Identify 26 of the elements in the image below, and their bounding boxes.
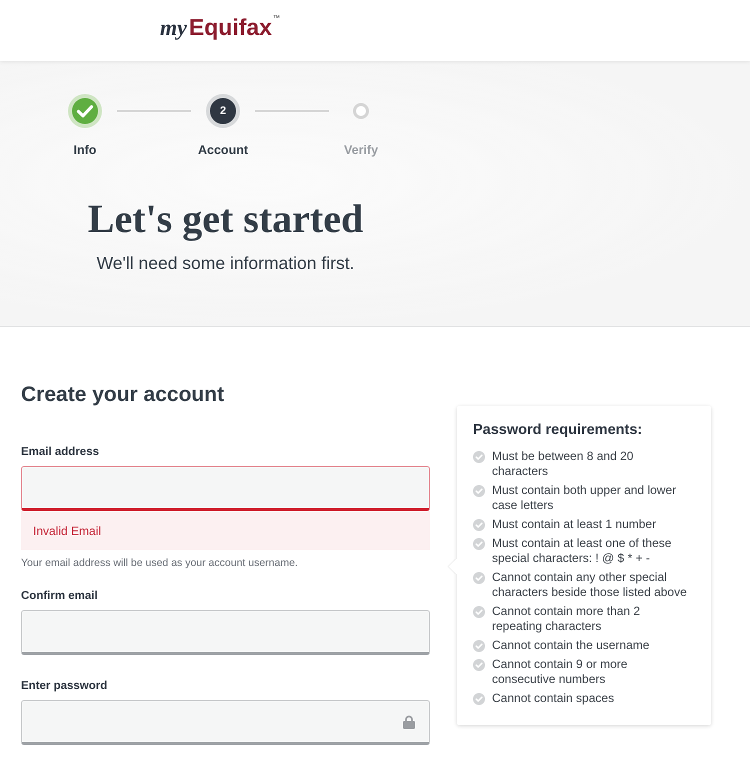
page-subtitle: We'll need some information first.	[96, 252, 354, 274]
field-label: Enter password	[21, 679, 108, 694]
requirement-text: Cannot contain more than 2 repeating characters	[492, 604, 642, 634]
card-title: Password requirements:	[473, 421, 644, 439]
requirement-text: Must contain both upper and lower case letters	[492, 483, 678, 513]
requirement-text: Cannot contain any other special characters beside those listed above	[492, 570, 688, 600]
help-text: Your email address will be used as your account username.	[21, 557, 299, 570]
step-label: Verify	[344, 142, 378, 159]
step-label: Info	[74, 142, 96, 159]
requirement-text: Cannot contain 9 or more consecutive numbers	[492, 657, 628, 687]
requirement-text: Cannot contain the username	[492, 638, 650, 653]
requirement-text: Must contain at least one of these special characters: ! @ $ * + -	[492, 536, 672, 566]
field-label: Confirm email	[21, 589, 99, 604]
password-field[interactable]	[21, 700, 430, 745]
email-field[interactable]	[21, 610, 430, 655]
step-number-badge: 2	[206, 94, 240, 128]
field-label: Email address	[21, 445, 100, 460]
lock-icon	[403, 714, 415, 728]
requirement-text: Must contain at least 1 number	[492, 517, 658, 532]
requirement-text: Must be between 8 and 20 characters	[492, 449, 634, 479]
email-field[interactable]	[21, 466, 430, 511]
error-message: Invalid Email	[21, 511, 430, 550]
requirement-text: Cannot contain spaces	[492, 691, 616, 706]
page-title: Let's get started	[88, 196, 364, 242]
step-label: Account	[198, 142, 248, 159]
form-title: Create your account	[21, 382, 226, 408]
